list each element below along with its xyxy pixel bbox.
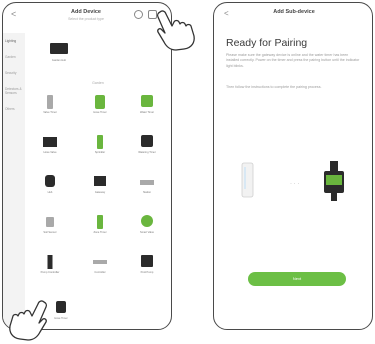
device-tile[interactable]: Pool Pump [132, 255, 162, 279]
left-title: Add Device [71, 9, 101, 15]
device-image [141, 95, 153, 107]
device-label: Pool Pump [140, 271, 154, 274]
timer-screen [326, 175, 342, 185]
left-header: < Add Device Select the product type [3, 3, 171, 33]
device-label: Controller [94, 271, 106, 274]
device-image [140, 180, 154, 185]
device-image [46, 217, 54, 227]
gateway-image [241, 162, 254, 198]
device-image [56, 301, 66, 313]
device-label: Garden Hub [51, 59, 67, 62]
device-tile[interactable]: Hose Valve [35, 135, 65, 159]
right-title: Add Sub-device [273, 9, 315, 15]
device-label: Sprinkler [94, 151, 106, 154]
device-image [93, 260, 107, 264]
device-label: Station [142, 191, 152, 194]
device-label: Soil Sensor [43, 231, 57, 234]
device-label: Hose Timer [93, 111, 107, 114]
device-label: Gateway [94, 191, 106, 194]
device-image [47, 95, 53, 109]
phone-right-screen: < Add Sub-device Ready for Pairing Pleas… [213, 2, 373, 330]
device-tile[interactable]: Smart Valve [132, 215, 162, 239]
device-image [94, 176, 106, 186]
device-image [97, 135, 103, 149]
next-button[interactable]: Next [248, 272, 346, 286]
hand-pointer-icon [9, 300, 48, 341]
search-icon[interactable] [134, 10, 143, 19]
device-tile[interactable]: Watering Timer [132, 135, 162, 159]
category-sidebar: Lighting Garden Security Detectors & Sen… [3, 33, 25, 329]
sidebar-item-garden[interactable]: Garden [5, 55, 23, 59]
device-tile[interactable]: Hose Timer [85, 95, 115, 119]
ready-heading: Ready for Pairing [226, 37, 308, 49]
device-image [95, 95, 105, 109]
timer-connector [330, 161, 338, 171]
device-image [47, 255, 53, 269]
section-label: Garden [92, 81, 104, 85]
device-image [97, 215, 103, 229]
device-tile-top[interactable]: Garden Hub [41, 41, 77, 67]
device-label: Hub [47, 191, 53, 194]
hand-pointer-icon [156, 10, 195, 51]
device-tile[interactable]: Water Timer [132, 95, 162, 119]
device-image [141, 215, 153, 227]
device-tile[interactable]: Valve Timer [35, 95, 65, 119]
sidebar-item-security[interactable]: Security [5, 71, 23, 75]
device-tile[interactable]: Station [132, 175, 162, 199]
instruction-paragraph: Please make sure the gateway device is o… [226, 53, 360, 68]
device-tile[interactable]: Sprinkler [85, 135, 115, 159]
device-image [141, 255, 153, 267]
device-tile[interactable]: Controller [85, 255, 115, 279]
device-tile[interactable]: Hub [35, 175, 65, 199]
back-arrow-icon[interactable]: < [224, 9, 229, 18]
device-tile[interactable]: Zone Timer [85, 215, 115, 239]
device-tile[interactable]: Soil Sensor [35, 215, 65, 239]
device-tile[interactable]: Gateway [85, 175, 115, 199]
instruction-paragraph-2: Then follow the instructions to complete… [226, 85, 322, 89]
phone-left-screen: < Add Device Select the product type Lig… [2, 2, 172, 330]
device-label: Watering Timer [138, 151, 156, 154]
device-label: Zone Timer [93, 231, 107, 234]
device-image [141, 135, 153, 147]
dots-icon: · · · [290, 181, 299, 187]
device-tile[interactable]: Pump Controller [35, 255, 65, 279]
device-label: Pump Controller [40, 271, 60, 274]
device-image [43, 137, 57, 147]
device-label: Smart Valve [140, 231, 154, 234]
pairing-illustration: · · · [241, 161, 344, 201]
left-subtitle: Select the product type [68, 17, 104, 21]
device-image [50, 43, 68, 54]
device-label: Hose Valve [43, 151, 57, 154]
sidebar-item-others[interactable]: Others [5, 107, 23, 111]
sidebar-item-sensors[interactable]: Detectors & Sensors [5, 87, 23, 95]
timer-outlet [331, 193, 337, 201]
gateway-light [244, 167, 246, 189]
device-label: Water Timer [139, 111, 155, 114]
device-label: Valve Timer [43, 111, 57, 114]
device-image [45, 175, 55, 187]
sidebar-item-lighting[interactable]: Lighting [5, 39, 23, 43]
back-arrow-icon[interactable]: < [11, 9, 16, 19]
